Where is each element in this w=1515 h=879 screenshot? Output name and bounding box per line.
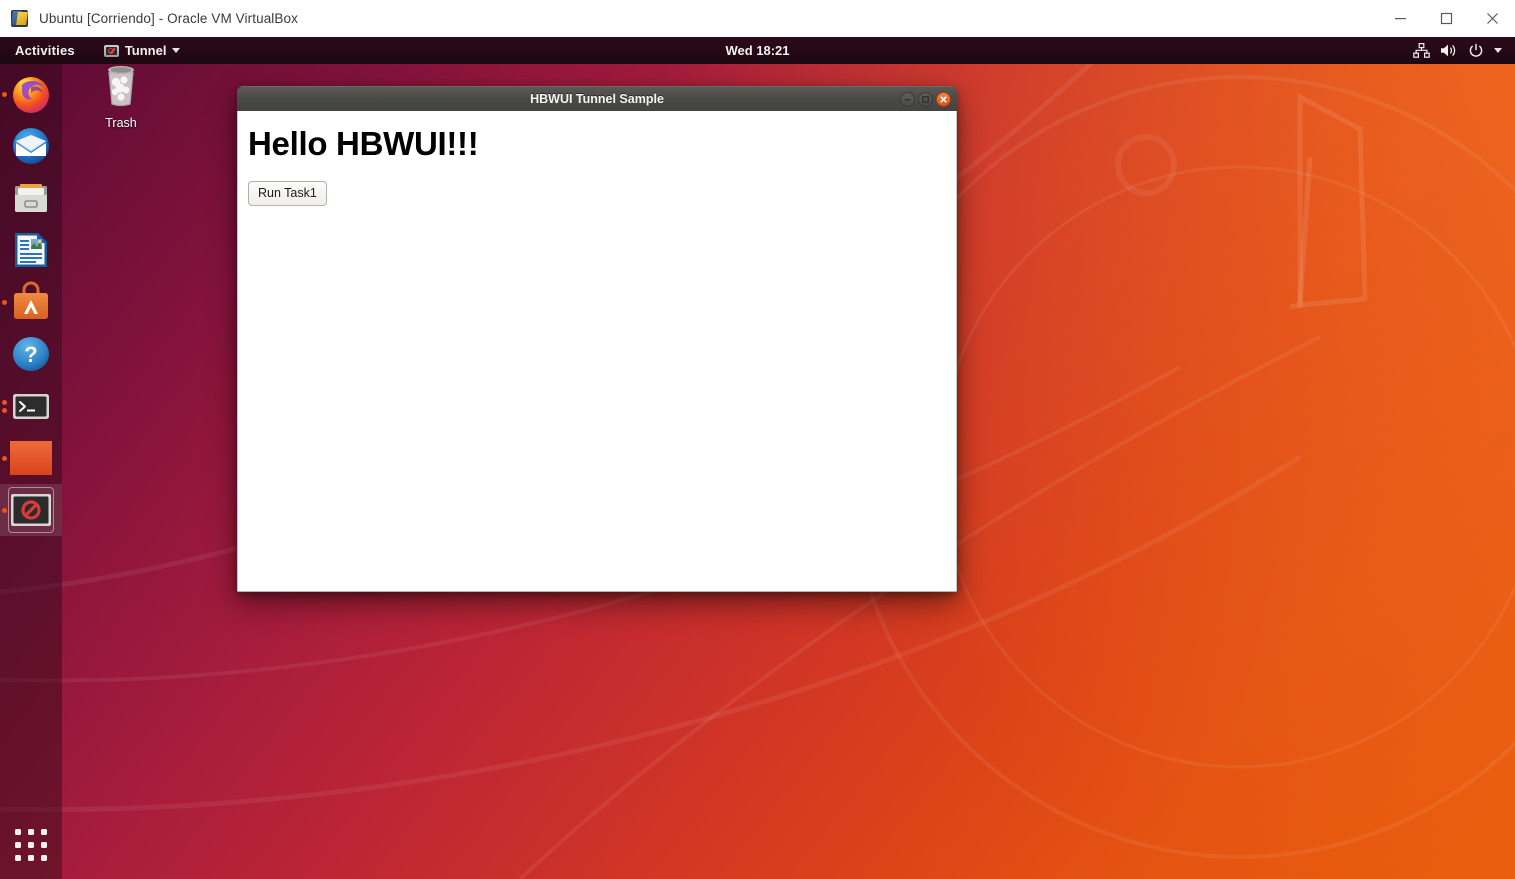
tunnel-app-icon: [8, 487, 54, 533]
hbwui-application-window: HBWUI Tunnel Sample Hello HBWUI!!! Run T…: [237, 86, 957, 592]
app-window-titlebar[interactable]: HBWUI Tunnel Sample: [237, 86, 957, 111]
panel-clock[interactable]: Wed 18:21: [0, 43, 1515, 58]
run-task1-button[interactable]: Run Task1: [248, 181, 327, 207]
trash-icon: [100, 62, 142, 113]
dock-item-firefox[interactable]: [0, 68, 62, 120]
ubuntu-software-icon: [9, 280, 53, 324]
thunderbird-icon: [9, 124, 53, 168]
volume-icon[interactable]: [1440, 43, 1458, 58]
show-applications-button[interactable]: [0, 819, 62, 871]
virtualbox-icon: [11, 10, 28, 27]
app-window-content: Hello HBWUI!!! Run Task1: [237, 111, 957, 592]
running-indicator: [2, 380, 7, 432]
libreoffice-writer-icon: [9, 228, 53, 272]
power-icon[interactable]: [1468, 43, 1484, 59]
close-icon: [1486, 13, 1498, 24]
dock-item-netbeans[interactable]: [0, 432, 62, 484]
screenshot-root: Ubuntu [Corriendo] - Oracle VM VirtualBo…: [0, 0, 1515, 879]
running-indicator: [2, 68, 7, 120]
page-title: Hello HBWUI!!!: [248, 125, 479, 162]
ubuntu-desktop: Activities Tunnel Wed 18:21 ? Trash HBWU…: [0, 37, 1515, 879]
dock-item-thunderbird[interactable]: [0, 120, 62, 172]
desktop-icon-trash[interactable]: Trash: [78, 62, 164, 130]
running-indicator: [2, 432, 7, 484]
app-maximize-button[interactable]: [918, 91, 933, 107]
close-icon: [940, 95, 947, 103]
running-indicator: [2, 276, 7, 328]
dock-item-ubuntu-software[interactable]: [0, 276, 62, 328]
minimize-button[interactable]: [1377, 0, 1423, 37]
files-icon: [9, 176, 53, 220]
app-window-title: HBWUI Tunnel Sample: [530, 92, 664, 106]
virtualbox-window-title: Ubuntu [Corriendo] - Oracle VM VirtualBo…: [39, 11, 298, 26]
help-icon: ?: [9, 332, 53, 376]
dock-item-help[interactable]: ?: [0, 328, 62, 380]
running-indicator: [2, 484, 7, 536]
firefox-icon: [9, 72, 53, 116]
ubuntu-top-panel: Activities Tunnel Wed 18:21: [0, 37, 1515, 64]
virtualbox-window-controls: [1377, 0, 1515, 37]
minimize-icon: [1394, 18, 1406, 20]
netbeans-icon: [9, 436, 53, 480]
dock-item-files[interactable]: [0, 172, 62, 224]
system-tray: [1413, 43, 1515, 59]
app-close-button[interactable]: [936, 91, 951, 107]
svg-text:?: ?: [24, 342, 37, 367]
chevron-down-icon[interactable]: [1494, 48, 1502, 53]
tunnel-app-icon: [103, 44, 119, 57]
terminal-icon: [9, 384, 53, 428]
maximize-icon: [1440, 12, 1452, 25]
chevron-down-icon: [172, 48, 181, 53]
app-grid-icon: [15, 829, 47, 861]
minimize-icon: [904, 98, 911, 100]
virtualbox-window-titlebar: Ubuntu [Corriendo] - Oracle VM VirtualBo…: [0, 0, 1515, 37]
dock-item-terminal[interactable]: [0, 380, 62, 432]
app-minimize-button[interactable]: [900, 91, 915, 107]
dock-item-tunnel[interactable]: [0, 484, 62, 536]
ubuntu-dock: ?: [0, 64, 62, 879]
close-button[interactable]: [1469, 0, 1515, 37]
network-icon[interactable]: [1413, 43, 1430, 58]
dock-item-libreoffice-writer[interactable]: [0, 224, 62, 276]
activities-button[interactable]: Activities: [6, 40, 84, 61]
desktop-icon-label: Trash: [105, 116, 137, 130]
maximize-icon: [922, 95, 929, 103]
maximize-button[interactable]: [1423, 0, 1469, 37]
app-menu-button[interactable]: Tunnel: [96, 40, 189, 61]
dock-item-list: ?: [0, 64, 62, 536]
app-window-controls: [900, 87, 951, 111]
app-menu-label: Tunnel: [124, 43, 167, 58]
